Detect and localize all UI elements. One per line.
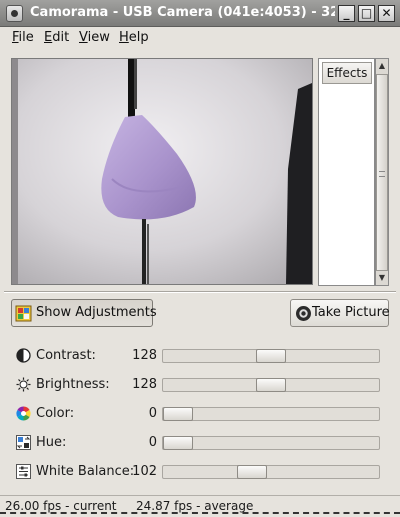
title-bar: Camorama - USB Camera (041e:4053) - 320x… bbox=[0, 0, 400, 27]
color-value: 0 bbox=[148, 406, 157, 421]
white-balance-slider[interactable] bbox=[162, 465, 380, 479]
white-balance-label: White Balance: bbox=[36, 464, 135, 479]
white-balance-icon bbox=[16, 464, 31, 479]
hue-slider[interactable] bbox=[162, 436, 380, 450]
hue-value: 0 bbox=[148, 435, 157, 450]
brightness-row: Brightness: 128 bbox=[0, 375, 400, 395]
show-adjustments-button[interactable]: Show Adjustments bbox=[11, 299, 157, 327]
effects-scrollbar[interactable]: ▲ ▼ bbox=[375, 58, 389, 286]
scrollbar-thumb[interactable] bbox=[376, 74, 388, 271]
contrast-slider-thumb[interactable] bbox=[256, 349, 286, 363]
menu-bar: File Edit View Help bbox=[0, 27, 400, 51]
color-wheel-icon bbox=[16, 406, 31, 421]
color-slider[interactable] bbox=[162, 407, 380, 421]
contrast-icon bbox=[16, 348, 31, 363]
take-picture-label: Take Picture bbox=[312, 305, 390, 320]
show-adjustments-label: Show Adjustments bbox=[36, 305, 157, 320]
hue-label: Hue: bbox=[36, 435, 67, 450]
camera-preview-image bbox=[12, 59, 312, 284]
close-icon[interactable]: ✕ bbox=[378, 5, 395, 22]
menu-view[interactable]: View bbox=[79, 30, 110, 45]
white-balance-value: 102 bbox=[132, 464, 157, 479]
minimize-icon[interactable]: _ bbox=[338, 5, 355, 22]
camera-preview bbox=[11, 58, 313, 285]
contrast-label: Contrast: bbox=[36, 348, 96, 363]
hue-row: Hue: 0 bbox=[0, 433, 400, 453]
brightness-slider-thumb[interactable] bbox=[256, 378, 286, 392]
grip-icon bbox=[379, 171, 385, 177]
take-picture-button[interactable]: Take Picture bbox=[290, 299, 390, 327]
separator bbox=[4, 291, 396, 293]
scroll-down-arrow-icon[interactable]: ▼ bbox=[376, 271, 388, 285]
fps-current: 26.00 fps - current bbox=[5, 499, 117, 513]
white-balance-row: White Balance: 102 bbox=[0, 462, 400, 482]
scroll-up-arrow-icon[interactable]: ▲ bbox=[376, 59, 388, 73]
brightness-icon bbox=[16, 377, 31, 392]
adjustments-icon bbox=[15, 305, 32, 322]
color-label: Color: bbox=[36, 406, 75, 421]
contrast-value: 128 bbox=[132, 348, 157, 363]
hue-icon bbox=[16, 435, 31, 450]
brightness-value: 128 bbox=[132, 377, 157, 392]
white-balance-slider-thumb[interactable] bbox=[237, 465, 267, 479]
camera-shutter-icon bbox=[296, 306, 311, 321]
color-slider-thumb[interactable] bbox=[163, 407, 193, 421]
status-divider bbox=[0, 512, 400, 514]
menu-help[interactable]: Help bbox=[119, 30, 149, 45]
effects-list[interactable]: Effects bbox=[318, 58, 375, 286]
color-row: Color: 0 bbox=[0, 404, 400, 424]
hue-slider-thumb[interactable] bbox=[163, 436, 193, 450]
fps-average: 24.87 fps - average bbox=[136, 499, 254, 513]
effects-column-header[interactable]: Effects bbox=[322, 62, 372, 84]
contrast-row: Contrast: 128 bbox=[0, 346, 400, 366]
menu-file[interactable]: File bbox=[12, 30, 34, 45]
maximize-icon[interactable]: □ bbox=[358, 5, 375, 22]
status-bar: 26.00 fps - current 24.87 fps - average bbox=[0, 495, 400, 517]
brightness-label: Brightness: bbox=[36, 377, 110, 392]
contrast-slider[interactable] bbox=[162, 349, 380, 363]
menu-edit[interactable]: Edit bbox=[44, 30, 69, 45]
window-title: Camorama - USB Camera (041e:4053) - 320x… bbox=[30, 5, 335, 20]
brightness-slider[interactable] bbox=[162, 378, 380, 392]
camera-app-icon[interactable] bbox=[6, 5, 23, 22]
